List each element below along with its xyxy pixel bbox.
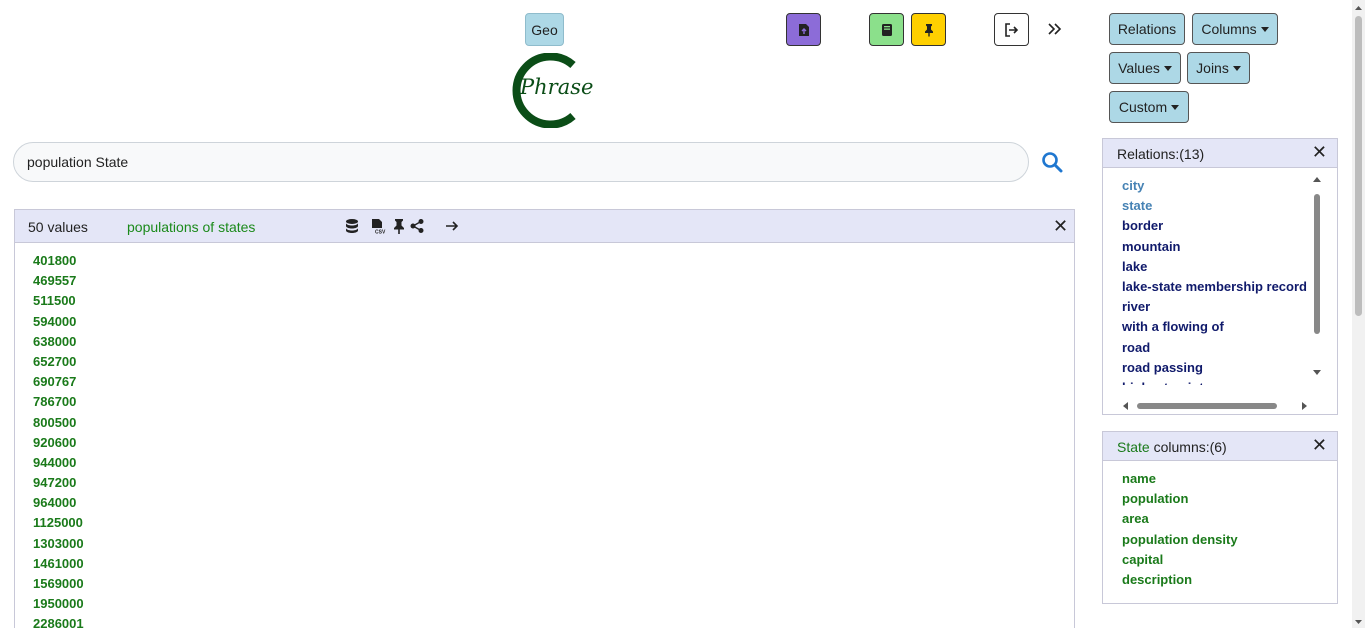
joins-dropdown[interactable]: Joins xyxy=(1187,52,1250,84)
database-icon[interactable] xyxy=(344,218,360,234)
value-item[interactable]: 1303000 xyxy=(15,534,1074,554)
value-item[interactable]: 947200 xyxy=(15,473,1074,493)
close-results-icon[interactable]: ✕ xyxy=(1053,216,1068,237)
pin-button[interactable] xyxy=(911,13,946,46)
values-dropdown-label: Values xyxy=(1118,60,1160,76)
relations-list: city state border mountain lake lake-state me… xyxy=(1103,168,1337,414)
relations-panel-title: Relations:(13) xyxy=(1117,146,1205,162)
book-icon xyxy=(881,23,892,36)
relation-item[interactable]: with a flowing of xyxy=(1103,317,1309,337)
sign-out-icon xyxy=(1004,22,1018,37)
relation-item[interactable]: lake xyxy=(1103,257,1309,277)
relation-item[interactable]: road passing xyxy=(1103,358,1309,378)
results-panel: 50 values populations of states CSV ✕ 40… xyxy=(14,209,1075,628)
value-item[interactable]: 920600 xyxy=(15,433,1074,453)
relation-item[interactable]: river xyxy=(1103,297,1309,317)
value-item[interactable]: 800500 xyxy=(15,413,1074,433)
custom-dropdown-label: Custom xyxy=(1118,99,1168,115)
svg-text:CSV: CSV xyxy=(375,230,386,235)
caret-down-icon xyxy=(1232,65,1241,71)
columns-panel-title: State columns:(6) xyxy=(1117,439,1227,455)
value-item[interactable]: 2286001 xyxy=(15,614,1074,628)
vertical-scrollbar[interactable] xyxy=(1311,172,1323,380)
custom-dropdown[interactable]: Custom xyxy=(1109,91,1189,123)
search-input[interactable]: population State xyxy=(13,142,1029,182)
columns-count: columns:(6) xyxy=(1149,439,1227,455)
columns-list: name population area population density capi… xyxy=(1103,461,1337,590)
close-relations-icon[interactable]: ✕ xyxy=(1312,142,1327,163)
relation-item[interactable]: state xyxy=(1103,196,1309,216)
page: Geo Phrase population State 50 values po… xyxy=(0,0,1365,628)
arrow-right-icon[interactable] xyxy=(444,218,460,234)
values-count: 50 values xyxy=(28,219,88,235)
value-item[interactable]: 1461000 xyxy=(15,554,1074,574)
column-item[interactable]: description xyxy=(1103,570,1337,590)
value-item[interactable]: 1569000 xyxy=(15,574,1074,594)
column-item[interactable]: capital xyxy=(1103,550,1337,570)
columns-dropdown-label: Columns xyxy=(1201,21,1257,37)
value-item[interactable]: 690767 xyxy=(15,372,1074,392)
results-title: populations of states xyxy=(127,219,256,235)
csv-file-icon[interactable]: CSV xyxy=(370,218,386,234)
pin-icon xyxy=(924,23,933,36)
columns-entity: State xyxy=(1117,439,1150,455)
results-header: 50 values populations of states CSV ✕ xyxy=(15,210,1074,243)
file-upload-icon xyxy=(798,23,809,36)
column-item[interactable]: population xyxy=(1103,489,1337,509)
relations-items: city state border mountain lake lake-state me… xyxy=(1103,168,1309,385)
expand-button[interactable] xyxy=(1044,17,1066,41)
relations-button[interactable]: Relations xyxy=(1109,13,1185,45)
caret-down-icon xyxy=(1163,65,1172,71)
upload-file-button[interactable] xyxy=(786,13,821,46)
relation-item[interactable]: mountain xyxy=(1103,237,1309,257)
page-scrollbar[interactable] xyxy=(1352,0,1365,628)
value-item[interactable]: 511500 xyxy=(15,291,1074,311)
joins-dropdown-label: Joins xyxy=(1196,60,1229,76)
book-button[interactable] xyxy=(869,13,904,46)
pin-icon[interactable] xyxy=(391,218,407,234)
value-item[interactable]: 1950000 xyxy=(15,594,1074,614)
horizontal-scrollbar[interactable] xyxy=(1121,400,1311,412)
search-icon[interactable] xyxy=(1041,151,1063,173)
share-icon[interactable] xyxy=(409,218,425,234)
value-item[interactable]: 638000 xyxy=(15,332,1074,352)
logo-text: Phrase xyxy=(520,75,594,99)
relation-item[interactable]: highest point xyxy=(1103,378,1309,385)
sign-out-button[interactable] xyxy=(994,13,1029,46)
value-item[interactable]: 401800 xyxy=(15,251,1074,271)
columns-dropdown[interactable]: Columns xyxy=(1192,13,1278,45)
values-list: 401800 469557 511500 594000 638000 652700 6907… xyxy=(15,243,1074,628)
value-item[interactable]: 594000 xyxy=(15,312,1074,332)
relation-item[interactable]: border xyxy=(1103,216,1309,236)
column-item[interactable]: population density xyxy=(1103,530,1337,550)
value-item[interactable]: 1125000 xyxy=(15,513,1074,533)
relation-item[interactable]: city xyxy=(1103,176,1309,196)
double-chevron-right-icon xyxy=(1048,23,1062,35)
value-item[interactable]: 944000 xyxy=(15,453,1074,473)
relation-item[interactable]: road xyxy=(1103,338,1309,358)
relation-item[interactable]: lake-state membership record xyxy=(1103,277,1309,297)
columns-panel: State columns:(6) ✕ name population area po… xyxy=(1102,431,1338,604)
value-item[interactable]: 469557 xyxy=(15,271,1074,291)
caret-down-icon xyxy=(1171,104,1180,110)
relations-button-label: Relations xyxy=(1117,21,1177,37)
close-columns-icon[interactable]: ✕ xyxy=(1312,435,1327,456)
caret-down-icon xyxy=(1260,26,1269,32)
columns-panel-header: State columns:(6) ✕ xyxy=(1103,432,1337,461)
value-item[interactable]: 786700 xyxy=(15,392,1074,412)
relations-panel-header: Relations:(13) ✕ xyxy=(1103,139,1337,168)
column-item[interactable]: area xyxy=(1103,509,1337,529)
values-dropdown[interactable]: Values xyxy=(1109,52,1181,84)
value-item[interactable]: 964000 xyxy=(15,493,1074,513)
value-item[interactable]: 652700 xyxy=(15,352,1074,372)
relations-panel: Relations:(13) ✕ city state border mountain… xyxy=(1102,138,1338,415)
geo-button[interactable]: Geo xyxy=(525,13,564,46)
column-item[interactable]: name xyxy=(1103,469,1337,489)
